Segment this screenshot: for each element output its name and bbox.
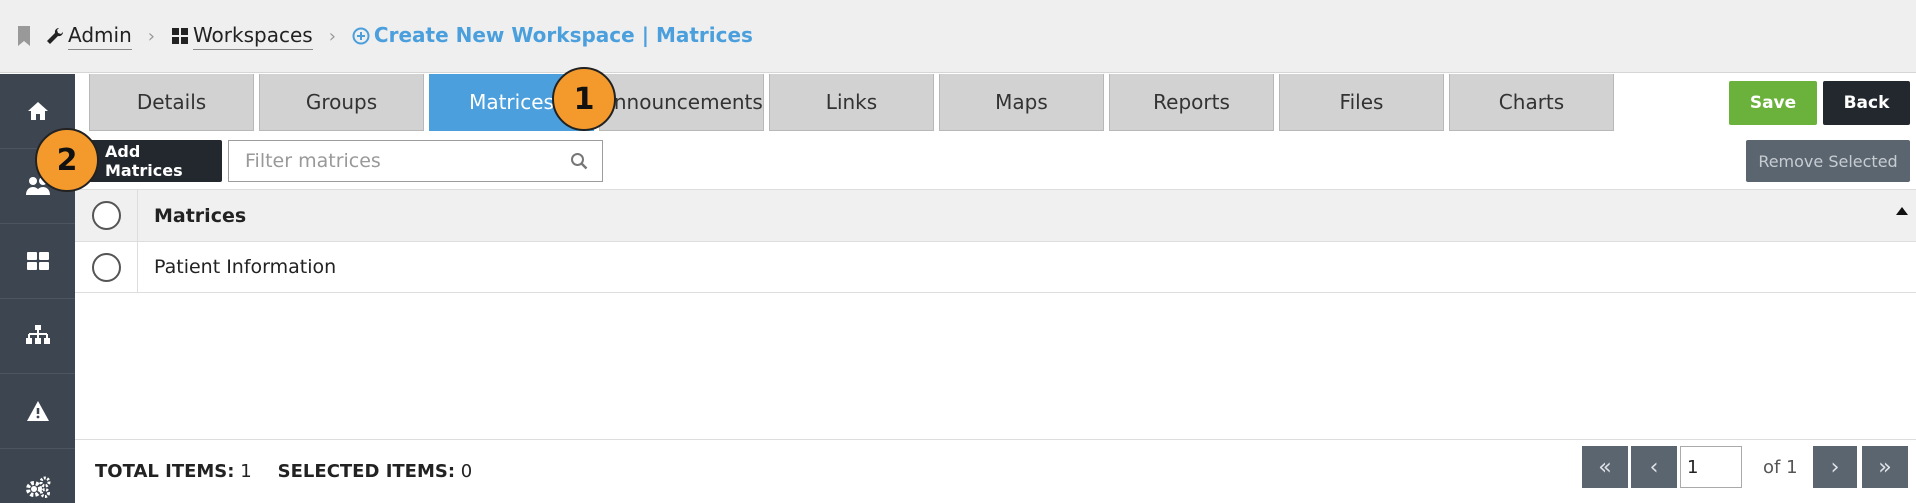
chevron-right-icon: › xyxy=(147,25,155,47)
sitemap-icon xyxy=(25,325,50,344)
remove-selected-button[interactable]: Remove Selected xyxy=(1746,140,1910,182)
table-header: Matrices xyxy=(75,189,1916,242)
double-chevron-right-icon: » xyxy=(1878,454,1892,480)
row-select-cell xyxy=(75,242,138,292)
tab-reports[interactable]: Reports xyxy=(1109,74,1274,131)
page-number-input[interactable]: 1 xyxy=(1680,446,1742,488)
sidebar-item-workspaces[interactable] xyxy=(0,224,75,299)
wrench-icon xyxy=(47,27,64,44)
tab-details[interactable]: Details xyxy=(89,74,254,131)
callout-badge-2: 2 xyxy=(35,128,99,192)
grid-icon xyxy=(26,252,49,270)
chevron-left-icon: ‹ xyxy=(1649,454,1659,480)
workspaces-icon xyxy=(171,28,188,44)
save-button[interactable]: Save xyxy=(1729,81,1817,125)
chevron-right-icon: › xyxy=(1830,454,1840,480)
tab-links[interactable]: Links xyxy=(769,74,934,131)
matrices-table: Matrices Patient Information xyxy=(75,189,1916,293)
sort-up-icon[interactable] xyxy=(1896,207,1908,215)
first-page-button[interactable]: « xyxy=(1582,446,1628,488)
breadcrumb-current: Create New Workspace | Matrices xyxy=(352,23,753,49)
page-of-label: of 1 xyxy=(1763,457,1798,478)
tab-files[interactable]: Files xyxy=(1279,74,1444,131)
filter-field xyxy=(228,140,603,182)
tab-charts[interactable]: Charts xyxy=(1449,74,1614,131)
tab-maps[interactable]: Maps xyxy=(939,74,1104,131)
back-button[interactable]: Back xyxy=(1823,81,1910,125)
chevron-right-icon: › xyxy=(328,25,336,47)
gears-icon xyxy=(25,476,50,498)
next-page-button[interactable]: › xyxy=(1813,446,1857,488)
prev-page-button[interactable]: ‹ xyxy=(1631,446,1677,488)
callout-badge-1: 1 xyxy=(552,67,616,131)
select-all-cell xyxy=(75,190,138,241)
bookmark-icon[interactable] xyxy=(16,26,32,46)
sidebar-item-hierarchy[interactable] xyxy=(0,299,75,374)
add-matrices-button[interactable]: Add Matrices xyxy=(89,140,222,182)
search-icon[interactable] xyxy=(570,152,588,170)
total-items-label: TOTAL ITEMS: xyxy=(95,461,235,482)
total-items-value: 1 xyxy=(240,461,252,482)
sidebar-item-alerts[interactable] xyxy=(0,374,75,449)
select-all-radio[interactable] xyxy=(91,201,121,230)
breadcrumb: Admin › Workspaces › Create New Workspac… xyxy=(0,0,1916,73)
row-matrix-name: Patient Information xyxy=(154,256,337,278)
row-select-radio[interactable] xyxy=(91,252,121,282)
selected-items-value: 0 xyxy=(460,461,473,482)
filter-input[interactable] xyxy=(245,150,565,172)
home-icon xyxy=(27,102,48,120)
column-header-matrices[interactable]: Matrices xyxy=(138,205,246,227)
sidebar-item-settings[interactable] xyxy=(0,449,75,503)
tab-groups[interactable]: Groups xyxy=(259,74,424,131)
selected-items-label: SELECTED ITEMS: xyxy=(277,461,456,482)
warning-icon xyxy=(26,401,49,421)
tab-bar: Details Groups Matrices Announcements Li… xyxy=(89,74,1619,131)
plus-circle-icon xyxy=(352,27,370,45)
breadcrumb-admin[interactable]: Admin xyxy=(46,23,132,50)
tab-announcements[interactable]: Announcements xyxy=(599,74,764,131)
double-chevron-left-icon: « xyxy=(1598,454,1612,480)
table-row[interactable]: Patient Information xyxy=(75,242,1916,293)
breadcrumb-workspaces[interactable]: Workspaces xyxy=(171,23,313,50)
last-page-button[interactable]: » xyxy=(1862,446,1908,488)
